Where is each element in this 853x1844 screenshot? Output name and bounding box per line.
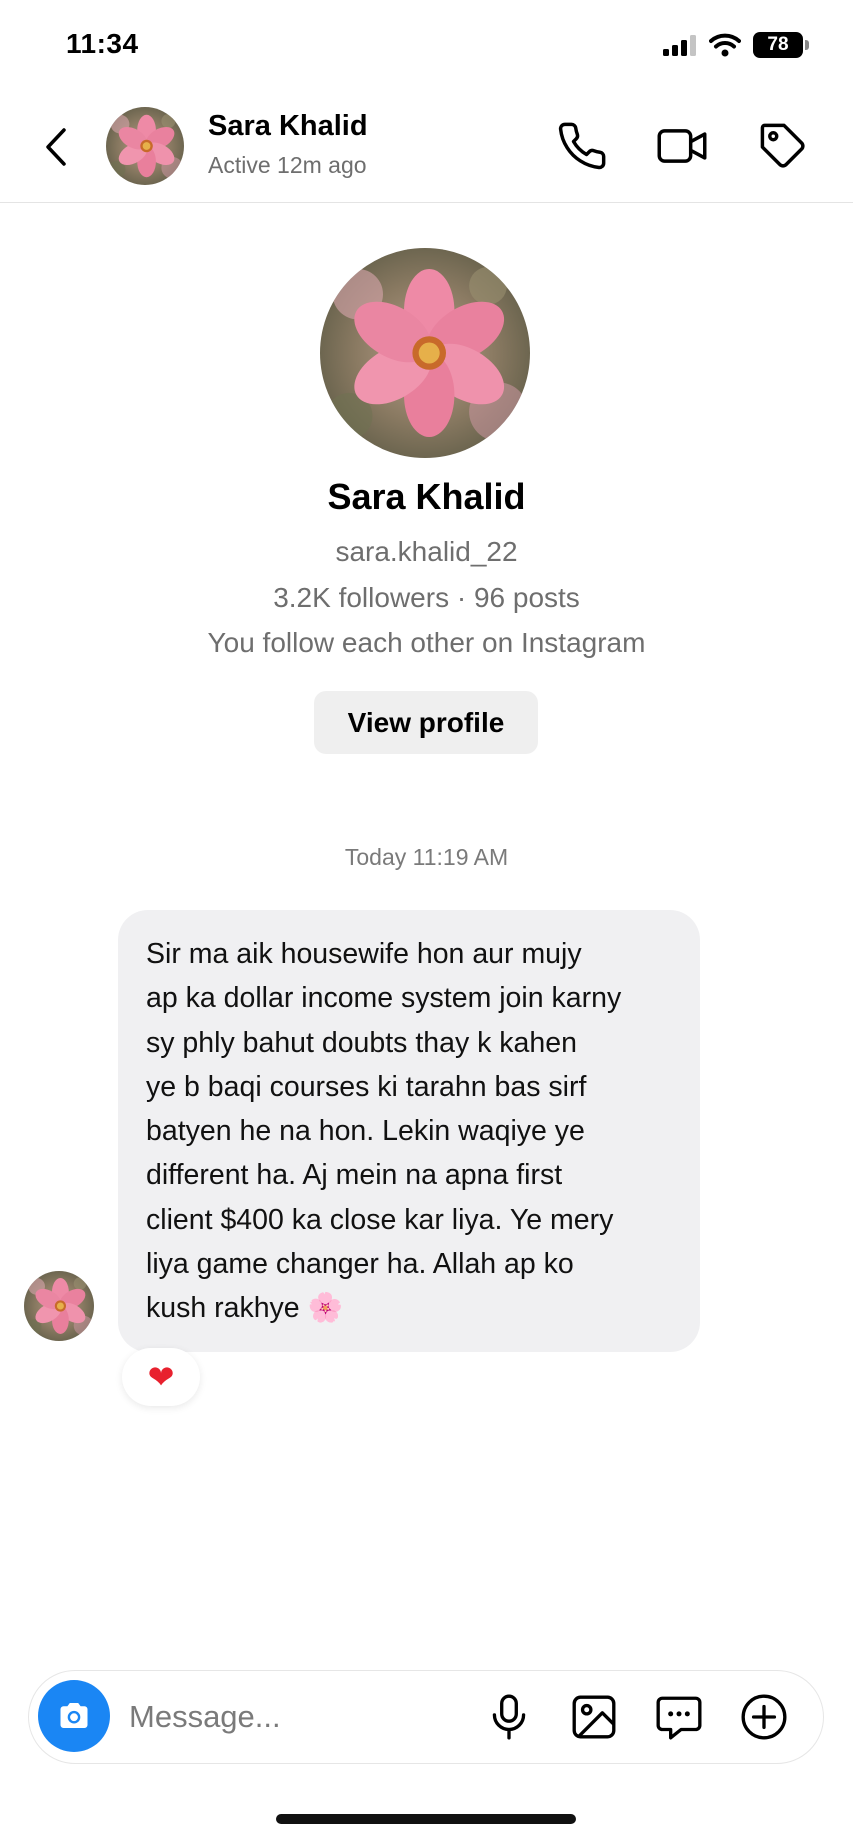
- status-icons: 78: [663, 32, 809, 58]
- message-timestamp: Today 11:19 AM: [344, 844, 509, 870]
- message-line: ap ka dollar income system join karny: [146, 982, 622, 1015]
- audio-call-button[interactable]: [556, 120, 608, 172]
- image-icon: [572, 1695, 616, 1739]
- mutual-follow-note: You follow each other on Instagram: [207, 627, 646, 658]
- tag-icon: [760, 123, 805, 168]
- camera-button[interactable]: [38, 1680, 110, 1752]
- wifi-icon: [709, 33, 741, 57]
- message-composer: [28, 1670, 824, 1764]
- battery-level: 78: [767, 34, 789, 55]
- profile-avatar-image: [320, 248, 530, 458]
- status-time: 11:34: [66, 28, 139, 59]
- video-call-button[interactable]: [656, 120, 708, 172]
- message-line: sy phly bahut doubts thay k kahen: [146, 1026, 577, 1059]
- profile-stats: 3.2K followers · 96 posts: [273, 582, 580, 613]
- back-button[interactable]: [36, 122, 76, 172]
- voice-message-button[interactable]: [484, 1692, 534, 1742]
- chevron-left-icon: [46, 128, 66, 166]
- plus-circle-icon: [741, 1694, 787, 1740]
- profile-avatar[interactable]: [320, 248, 530, 458]
- sender-avatar[interactable]: [24, 1271, 94, 1341]
- microphone-icon: [492, 1694, 526, 1740]
- gallery-button[interactable]: [569, 1692, 619, 1742]
- status-bar: 11:34 78: [0, 0, 853, 90]
- header-avatar[interactable]: [106, 107, 184, 185]
- contact-name[interactable]: Sara Khalid: [208, 110, 368, 143]
- signal-icon: [663, 35, 696, 56]
- message-line: different ha. Aj mein na apna first: [146, 1159, 563, 1192]
- message-line: liya game changer ha. Allah ap ko: [146, 1248, 574, 1281]
- profile-name: Sara Khalid: [327, 476, 526, 517]
- video-camera-icon: [657, 129, 707, 163]
- chat-bubble-icon: [656, 1696, 702, 1740]
- message-line: client $400 ka close kar liya. Ye mery: [146, 1203, 614, 1236]
- message-line: kush rakhye 🌸: [146, 1292, 344, 1325]
- active-status: Active 12m ago: [208, 152, 367, 178]
- phone-icon: [558, 122, 606, 170]
- view-profile-button[interactable]: View profile: [314, 691, 538, 754]
- home-indicator[interactable]: [276, 1814, 576, 1824]
- sticker-button[interactable]: [654, 1692, 704, 1742]
- message-line: batyen he na hon. Lekin waqiye ye: [146, 1115, 585, 1148]
- message-line: ye b baqi courses ki tarahn bas sirf: [146, 1070, 587, 1103]
- battery-indicator: 78: [753, 32, 809, 58]
- message-bubble[interactable]: Sir ma aik housewife hon aur mujy ap ka …: [118, 910, 700, 1352]
- sender-avatar-image: [24, 1271, 94, 1341]
- message-input[interactable]: [129, 1689, 409, 1745]
- more-actions-button[interactable]: [739, 1692, 789, 1742]
- tag-button[interactable]: [757, 120, 809, 172]
- avatar-image: [106, 107, 184, 185]
- battery-nub: [805, 40, 809, 50]
- camera-icon: [60, 1702, 88, 1728]
- message-line: Sir ma aik housewife hon aur mujy: [146, 938, 582, 970]
- profile-username: sara.khalid_22: [335, 536, 518, 567]
- chat-header: Sara Khalid Active 12m ago: [0, 90, 853, 203]
- heart-reaction[interactable]: ❤: [122, 1348, 200, 1406]
